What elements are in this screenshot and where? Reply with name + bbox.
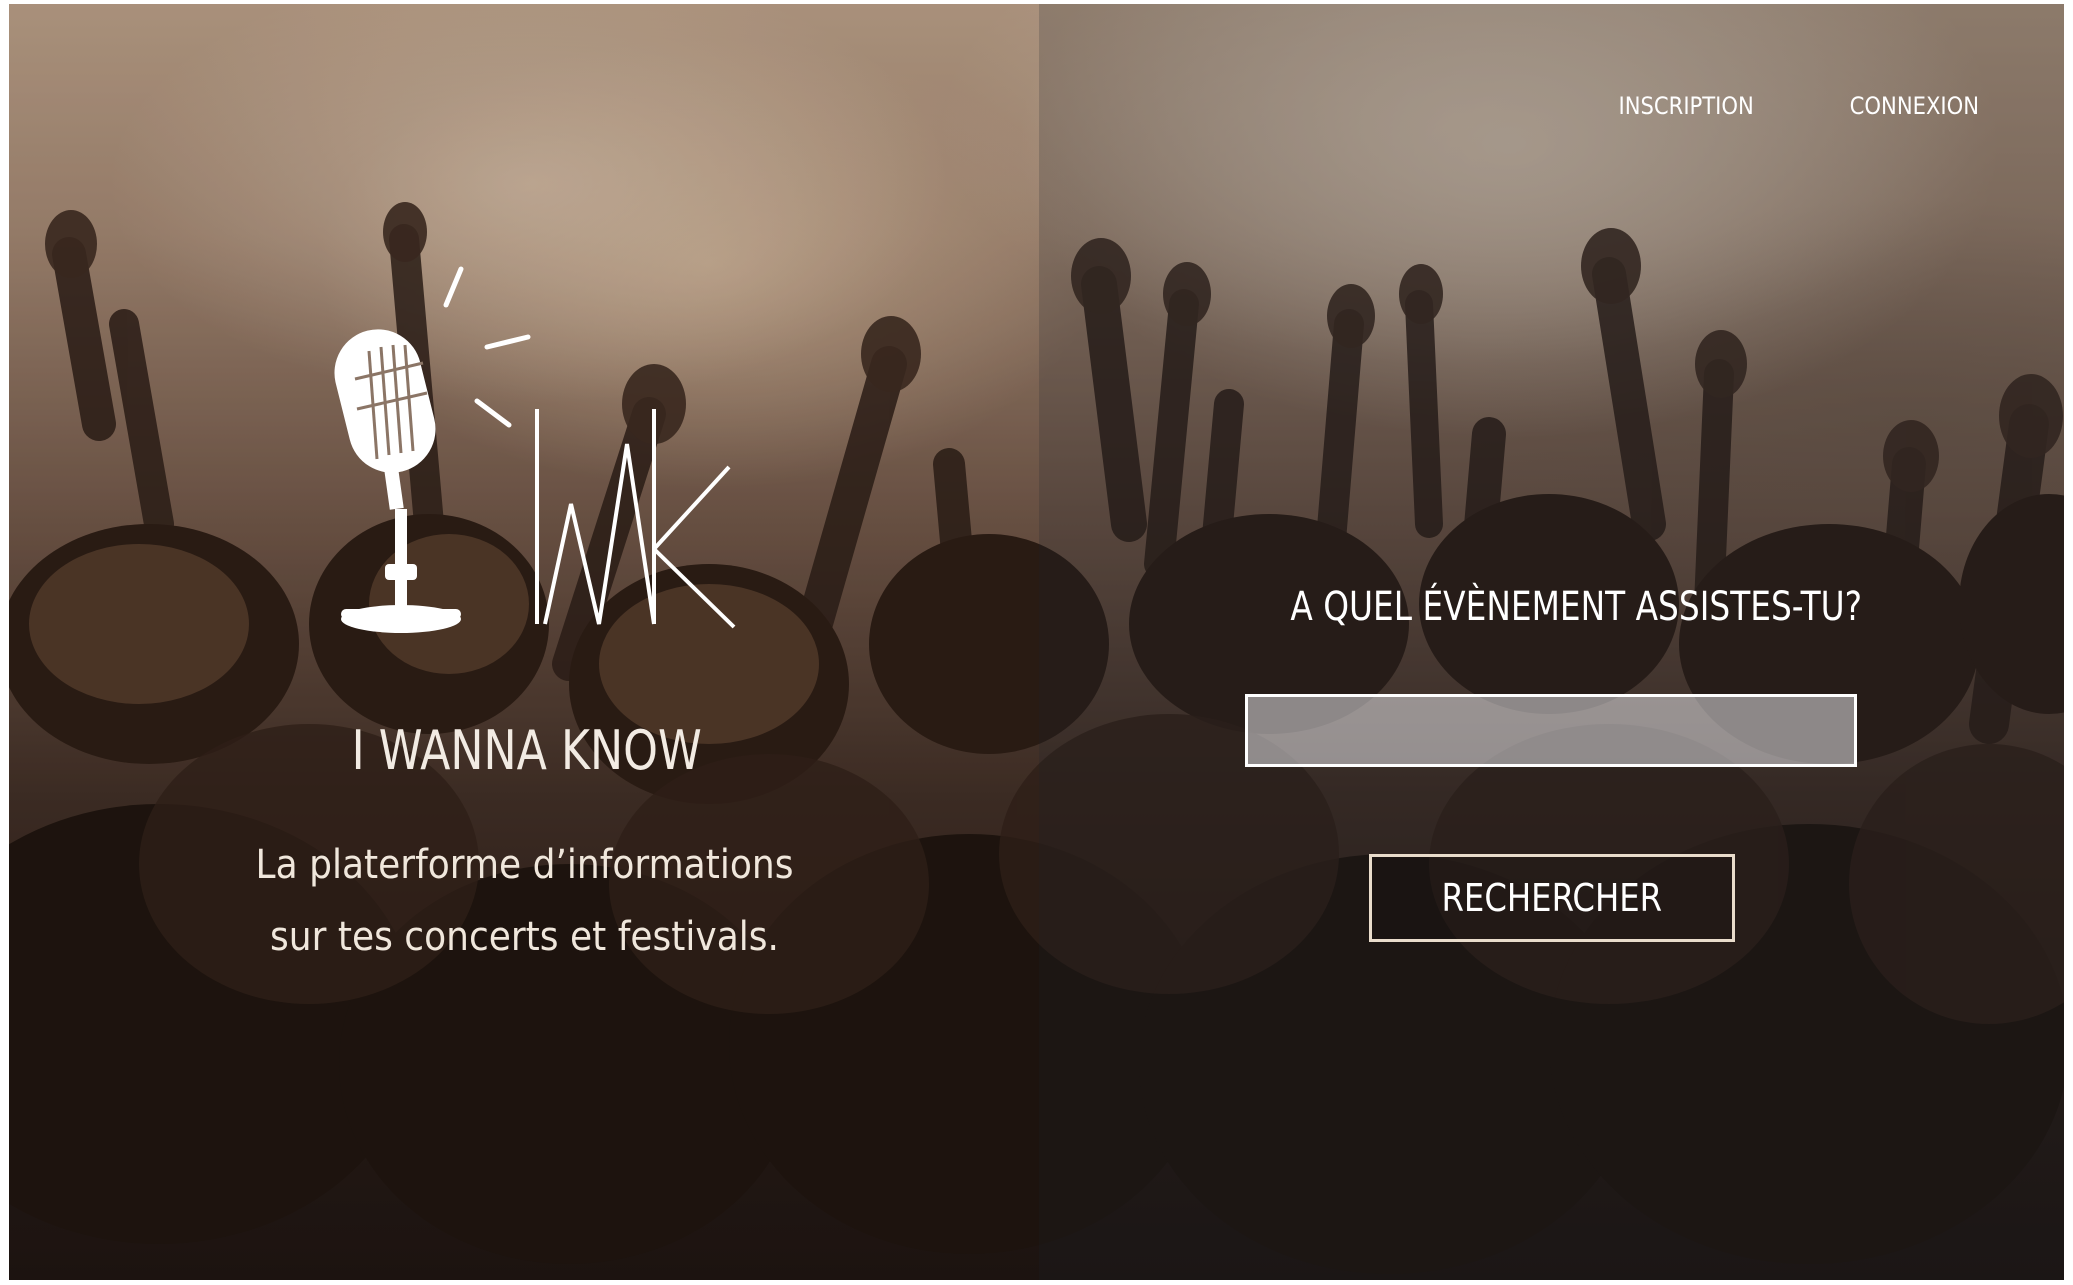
brand-name: I WANNA KNOW: [351, 719, 702, 782]
brand-logo: [309, 259, 789, 639]
event-search-input[interactable]: [1245, 694, 1857, 767]
hero-section: INSCRIPTION CONNEXION I WANNA KNOW La pl…: [9, 4, 2064, 1280]
brand-tagline: La platerforme d’informations sur tes co…: [61, 829, 988, 973]
search-button-label: RECHERCHER: [1441, 876, 1663, 920]
login-link[interactable]: CONNEXION: [1850, 92, 1979, 120]
tagline-line-1: La platerforme d’informations: [255, 842, 794, 888]
tagline-line-2: sur tes concerts et festivals.: [270, 914, 779, 960]
left-panel-overlay: [9, 4, 1039, 1280]
search-button[interactable]: RECHERCHER: [1369, 854, 1735, 942]
right-panel-overlay: [1039, 4, 2064, 1280]
signup-link[interactable]: INSCRIPTION: [1619, 92, 1754, 120]
microphone-icon: [334, 266, 736, 633]
search-question: A QUEL ÉVÈNEMENT ASSISTES-TU?: [1290, 584, 1863, 630]
top-navigation: INSCRIPTION CONNEXION: [1600, 92, 1979, 120]
